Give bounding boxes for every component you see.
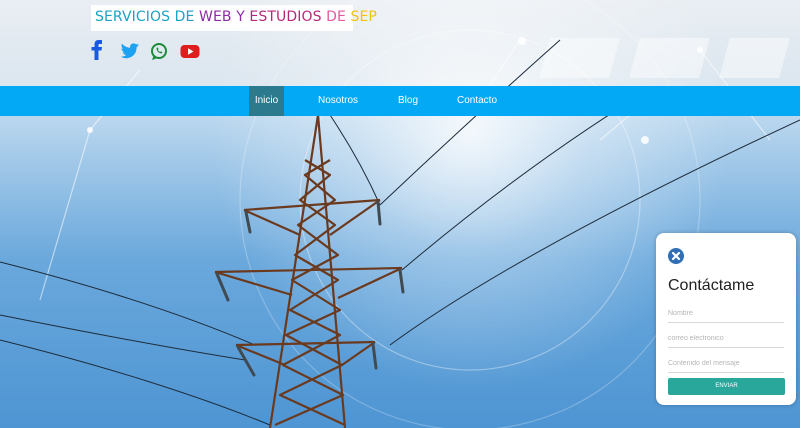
twitter-icon [120, 43, 139, 59]
nav-item-contacto[interactable]: Contacto [452, 86, 502, 116]
whatsapp-link[interactable] [150, 40, 168, 62]
youtube-icon [180, 45, 200, 58]
nav-item-label: Contacto [456, 95, 498, 106]
whatsapp-icon [151, 43, 167, 60]
main-navigation: Inicio Nosotros Blog Contacto [0, 86, 800, 116]
contact-form-popup: Contáctame ENVIAR [656, 233, 796, 405]
site-logo[interactable]: SERVICIOS DE WEB Y ESTUDIOS DE SEP [91, 5, 377, 31]
close-icon [671, 251, 681, 261]
message-field[interactable] [668, 354, 784, 373]
logo-part: DE [326, 9, 351, 25]
logo-part: WEB [199, 9, 237, 25]
close-button[interactable] [668, 248, 684, 264]
facebook-icon [91, 40, 102, 60]
site-title: SERVICIOS DE WEB Y ESTUDIOS DE SEP [95, 8, 377, 25]
logo-part: ESTUDIOS [249, 9, 327, 25]
nav-item-label: Inicio [254, 95, 279, 106]
contact-form-title: Contáctame [668, 277, 755, 294]
nav-item-inicio[interactable]: Inicio [249, 86, 284, 116]
send-button[interactable]: ENVIAR [668, 378, 785, 395]
nav-item-label: Nosotros [317, 95, 358, 106]
logo-part: Y [236, 9, 250, 25]
logo-part: SEP [350, 9, 377, 25]
nav-item-label: Blog [397, 95, 418, 106]
twitter-link[interactable] [120, 40, 140, 62]
facebook-link[interactable] [90, 40, 104, 62]
email-field[interactable] [668, 329, 784, 348]
logo-part: SERVICIOS DE [95, 9, 200, 25]
name-field[interactable] [668, 304, 784, 323]
nav-item-blog[interactable]: Blog [390, 86, 426, 116]
nav-item-nosotros[interactable]: Nosotros [311, 86, 365, 116]
youtube-link[interactable] [180, 40, 200, 62]
